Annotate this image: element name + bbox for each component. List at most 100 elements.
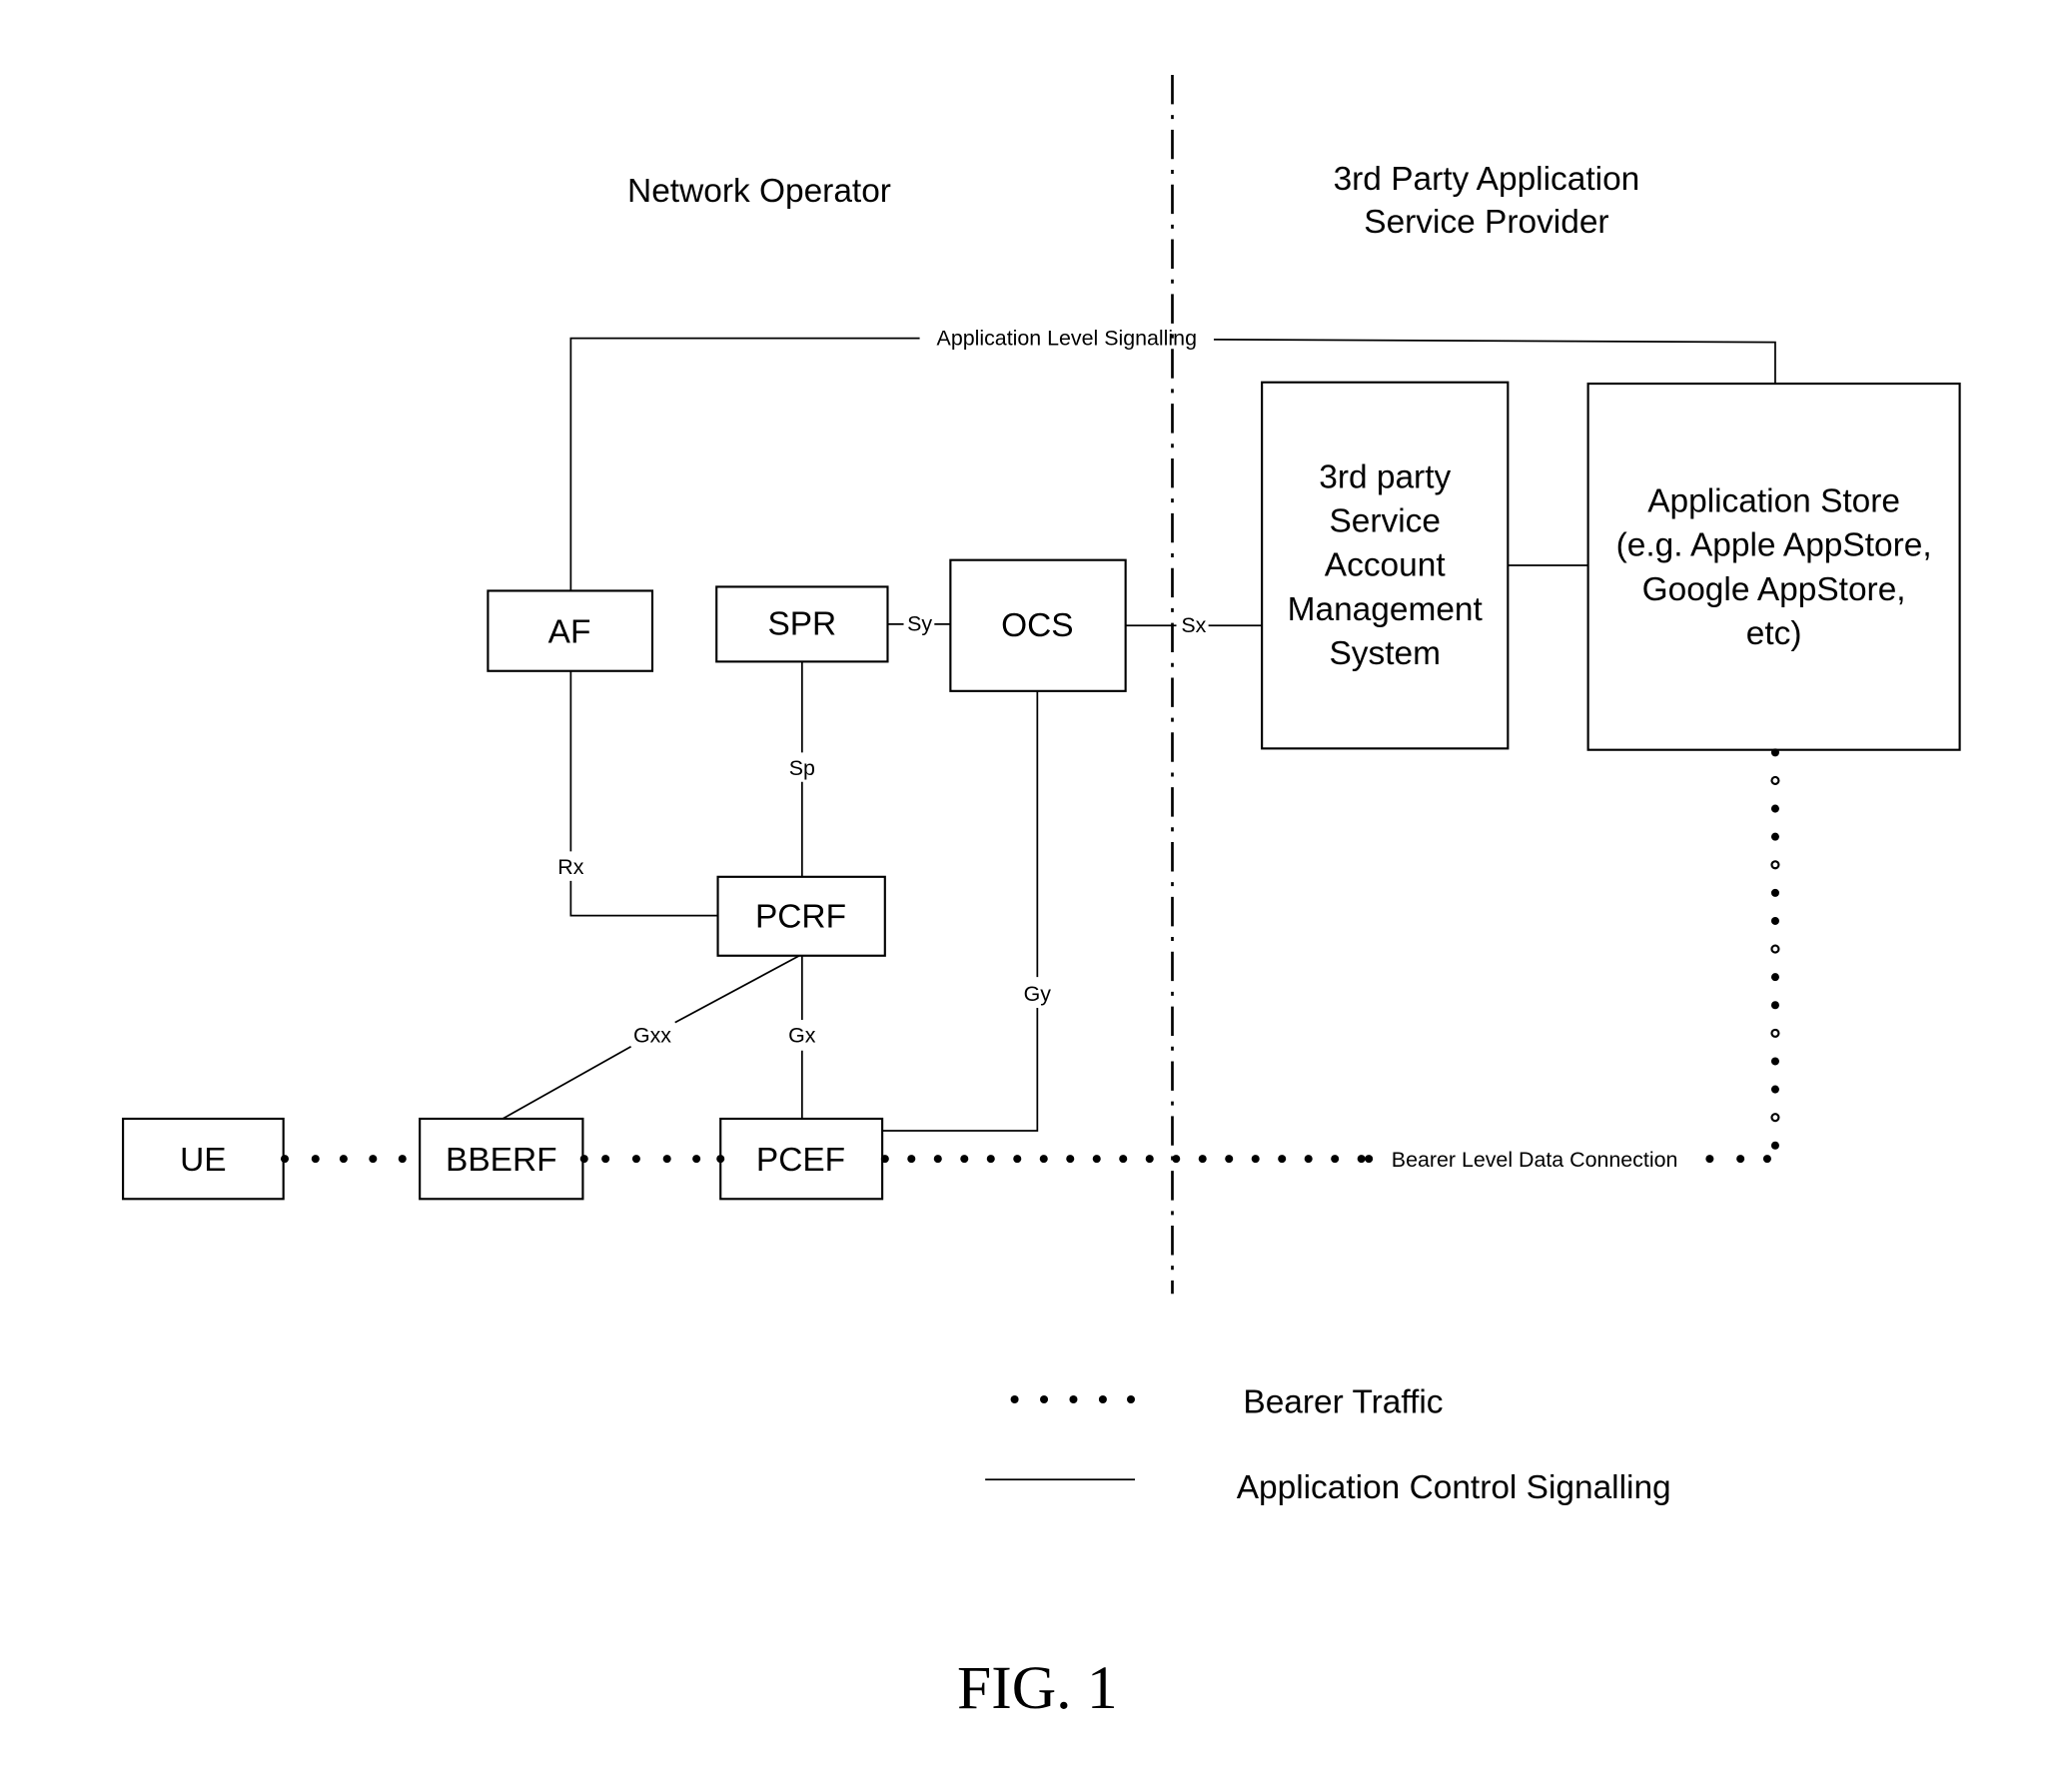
bearer-dot [280,1155,290,1164]
bearer-dot [907,1155,916,1164]
bearer-dot [1770,1028,1780,1038]
bearer-dot [1304,1155,1313,1164]
bberf-label: BBERF [446,1142,556,1179]
legend-dot [1010,1394,1019,1404]
bearer-dot [1092,1155,1101,1164]
bearer-dot [1119,1155,1128,1164]
bearer-dot [1770,1085,1779,1094]
network-diagram: Network Operator 3rd Party Application S… [122,74,1961,1722]
bearer-dot [1770,748,1779,757]
app-store-line4: etc) [1746,615,1802,652]
app-store-line1: Application Store [1647,483,1900,520]
bearer-dot [1705,1155,1714,1164]
bearer-dot [986,1155,995,1164]
network-operator-header: Network Operator [627,173,891,210]
legend-bearer-traffic-label: Bearer Traffic [1243,1383,1443,1420]
bearer-dot [1770,916,1779,925]
bearer-level-data-label: Bearer Level Data Connection [1392,1148,1678,1172]
pcef-node: PCEF [719,1117,884,1201]
app-store-line3: Google AppStore, [1642,571,1906,608]
bearer-dot [1172,1155,1181,1164]
account-mgmt-line2: Service [1329,503,1441,540]
bearer-dot [339,1155,348,1164]
bearer-dot [1251,1155,1260,1164]
rx-link-bottom [569,880,718,917]
bearer-dot [1770,1001,1779,1010]
bearer-dot [369,1155,378,1164]
bearer-dot [601,1155,610,1164]
bearer-dot [1770,1057,1779,1066]
bearer-dot [933,1155,942,1164]
bearer-dot [1770,832,1779,841]
bearer-dot [1770,944,1780,954]
bberf-node: BBERF [419,1117,584,1201]
legend-bearer-traffic-symbol [1010,1394,1136,1404]
bearer-dot [1770,973,1779,982]
figure-caption: FIG. 1 [957,1654,1118,1722]
sx-label: Sx [1181,613,1206,637]
af-node: AF [487,589,654,672]
ocs-node: OCS [949,558,1127,692]
bearer-dot [1357,1155,1366,1164]
bearer-dot [662,1155,671,1164]
af-label: AF [548,614,591,651]
bearer-dot [1225,1155,1234,1164]
ue-node: UE [122,1117,285,1201]
third-party-header-line2: Service Provider [1364,204,1608,241]
sp-label: Sp [789,756,815,780]
bearer-dot [1762,1155,1771,1164]
legend-dot [1069,1394,1078,1404]
bearer-dot [880,1155,889,1164]
bearer-dot [311,1155,320,1164]
bearer-traffic-path [280,748,1780,1164]
account-mgmt-line1: 3rd party [1319,458,1451,495]
gxx-link-top [674,954,800,1024]
legend-dot [1040,1394,1049,1404]
legend-dot [1098,1394,1107,1404]
third-party-header-line1: 3rd Party Application [1334,161,1640,198]
pcrf-node: PCRF [716,875,886,957]
bearer-dot [1770,804,1779,813]
bearer-dot [960,1155,969,1164]
legend-signalling-label: Application Control Signalling [1237,1469,1671,1506]
ue-label: UE [180,1142,226,1179]
gx-label: Gx [788,1024,816,1048]
bearer-dot [716,1155,725,1164]
gy-link-bottom [882,1007,1039,1132]
gy-label: Gy [1024,982,1052,1006]
bearer-dot [579,1155,588,1164]
bearer-dot [1770,888,1779,897]
spr-node: SPR [715,585,889,663]
bearer-dot [1736,1155,1745,1164]
pcef-label: PCEF [756,1142,845,1179]
bearer-dot [1770,860,1780,870]
account-mgmt-line4: Management [1288,591,1484,628]
rx-label: Rx [557,855,583,879]
app-level-signalling-line [569,337,920,591]
account-management-node: 3rd party Service Account Management Sys… [1261,381,1510,750]
bearer-dot [692,1155,701,1164]
bearer-dot [1278,1155,1287,1164]
account-mgmt-line5: System [1329,635,1440,672]
bearer-dot [1198,1155,1207,1164]
bearer-dot [1365,1155,1374,1164]
app-store-node: Application Store (e.g. Apple AppStore, … [1586,382,1961,751]
bearer-dot [1039,1155,1048,1164]
spr-label: SPR [767,606,836,643]
gxx-link-bottom [502,1045,631,1120]
bearer-dot [1066,1155,1075,1164]
app-store-line2: (e.g. Apple AppStore, [1616,527,1932,564]
gxx-label: Gxx [633,1024,671,1048]
bearer-dot [1770,1141,1779,1150]
bearer-dot [1331,1155,1340,1164]
bearer-dot [398,1155,407,1164]
bearer-dot [631,1155,640,1164]
account-mgmt-line3: Account [1325,547,1447,584]
bearer-dot [1013,1155,1022,1164]
sy-label: Sy [907,612,932,636]
bearer-dot [1770,775,1780,786]
bearer-dot [1145,1155,1154,1164]
app-level-signalling-label: Application Level Signalling [937,326,1197,350]
app-level-signalling-line-right [1213,339,1776,385]
ocs-label: OCS [1001,607,1073,644]
